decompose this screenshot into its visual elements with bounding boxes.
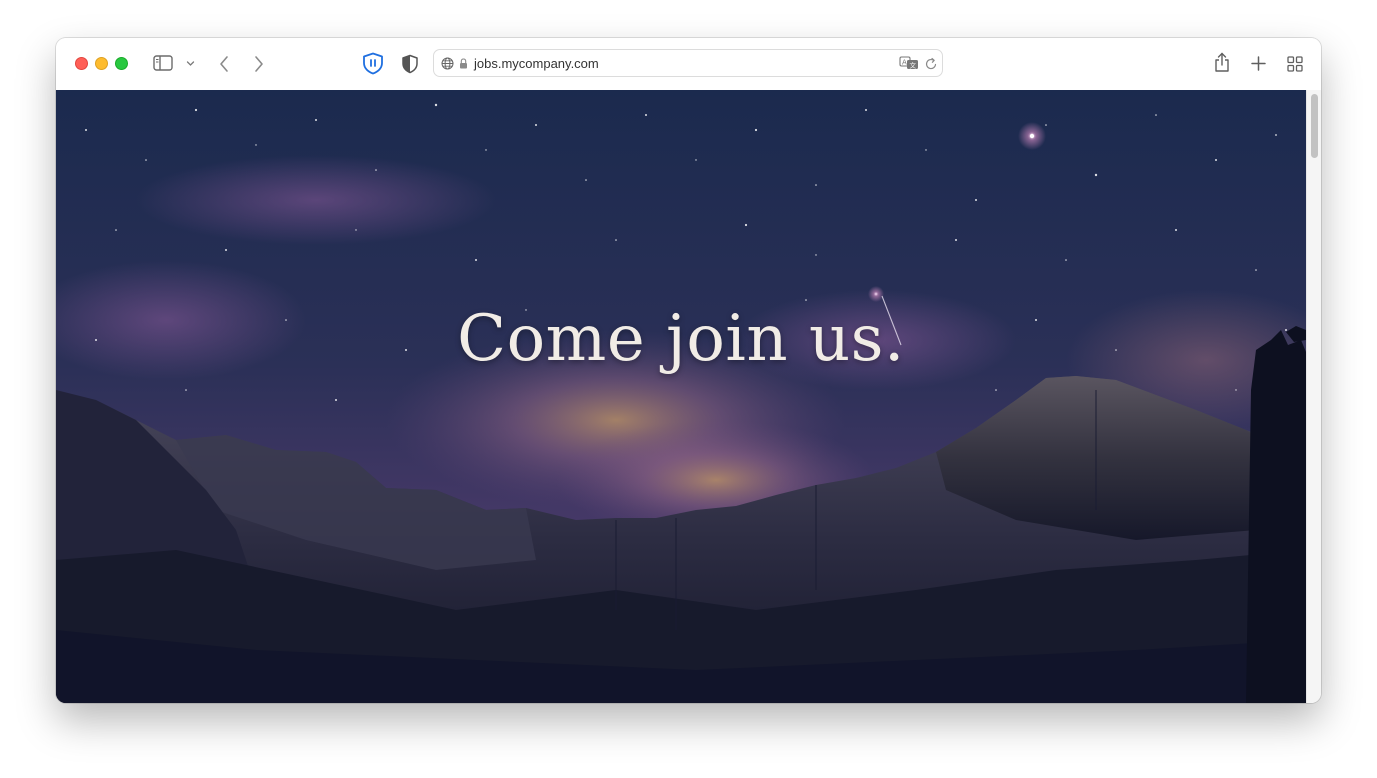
zoom-window-button[interactable] <box>115 57 128 70</box>
back-arrow-icon[interactable] <box>218 55 230 73</box>
lock-icon <box>460 58 467 69</box>
share-icon[interactable] <box>1214 52 1230 73</box>
sidebar-icon[interactable] <box>153 55 173 71</box>
scrollbar-thumb[interactable] <box>1311 94 1318 158</box>
globe-icon <box>441 57 454 70</box>
privacy-shield-icon[interactable] <box>401 54 419 74</box>
browser-window: jobs.mycompany.com A 文 Come join us. <box>56 38 1321 703</box>
close-window-button[interactable] <box>75 57 88 70</box>
vertical-scrollbar[interactable] <box>1306 90 1321 703</box>
reload-icon[interactable] <box>925 57 938 71</box>
hero-background-image <box>56 90 1306 703</box>
web-page-content: Come join us. <box>56 90 1306 703</box>
chevron-down-icon[interactable] <box>186 60 195 67</box>
svg-text:文: 文 <box>910 61 917 70</box>
address-bar[interactable]: jobs.mycompany.com A 文 <box>433 49 943 77</box>
url-text[interactable]: jobs.mycompany.com <box>474 56 599 71</box>
minimize-window-button[interactable] <box>95 57 108 70</box>
hero-title: Come join us. <box>457 302 905 376</box>
svg-text:A: A <box>902 59 907 67</box>
tab-overview-icon[interactable] <box>1287 56 1303 72</box>
browser-toolbar: jobs.mycompany.com A 文 <box>56 38 1321 91</box>
bitwarden-shield-icon[interactable] <box>362 52 384 75</box>
translate-icon[interactable]: A 文 <box>899 56 919 70</box>
new-tab-plus-icon[interactable] <box>1251 56 1266 71</box>
forward-arrow-icon[interactable] <box>253 55 265 73</box>
